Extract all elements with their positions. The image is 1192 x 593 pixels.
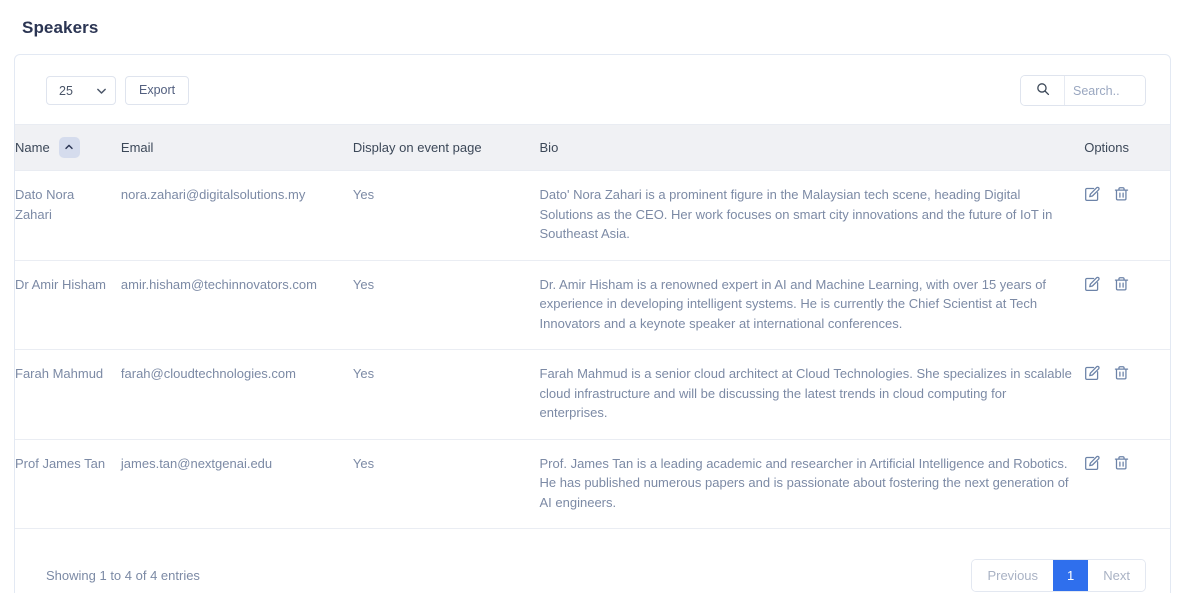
table-row: Dr Amir Hisham amir.hisham@techinnovator… [15, 260, 1170, 350]
trash-icon [1113, 187, 1130, 206]
edit-icon [1084, 365, 1101, 385]
table-header-row: Name Email Display on event page Bio Opt… [15, 124, 1170, 171]
trash-icon [1113, 366, 1130, 385]
pagination-page-1-button[interactable]: 1 [1053, 560, 1089, 591]
search-button[interactable] [1021, 76, 1065, 105]
cell-name: Dr Amir Hisham [15, 260, 121, 350]
edit-icon [1084, 455, 1101, 475]
column-header-options: Options [1084, 124, 1170, 171]
table-body: Dato Nora Zahari nora.zahari@digitalsolu… [15, 170, 1170, 529]
edit-icon [1084, 186, 1101, 206]
edit-button[interactable] [1084, 186, 1101, 203]
cell-options [1084, 439, 1170, 529]
cell-email: nora.zahari@digitalsolutions.my [120, 170, 353, 261]
pagination-next-button[interactable]: Next [1088, 560, 1145, 591]
cell-options [1084, 349, 1170, 440]
delete-button[interactable] [1113, 186, 1130, 203]
chevron-up-icon [64, 140, 74, 155]
delete-button[interactable] [1113, 365, 1130, 382]
speakers-table: Name Email Display on event page Bio Opt… [15, 124, 1170, 529]
table-footer: Showing 1 to 4 of 4 entries Previous 1 N… [15, 529, 1170, 593]
column-header-name[interactable]: Name [15, 124, 121, 171]
table-row: Dato Nora Zahari nora.zahari@digitalsolu… [15, 170, 1170, 261]
column-header-bio[interactable]: Bio [539, 124, 1085, 171]
delete-button[interactable] [1113, 455, 1130, 472]
search-icon [1036, 82, 1050, 99]
column-header-name-label: Name [15, 140, 50, 155]
trash-icon [1113, 455, 1130, 475]
speakers-page: Speakers 25 Export Search.. Name Email D… [0, 0, 1192, 593]
cell-options [1084, 260, 1170, 350]
cell-display: Yes [352, 439, 540, 529]
cell-email: farah@cloudtechnologies.com [120, 349, 353, 440]
cell-display: Yes [352, 170, 540, 261]
cell-display: Yes [352, 260, 540, 350]
cell-bio: Prof. James Tan is a leading academic an… [539, 439, 1085, 529]
pagination-previous-button[interactable]: Previous [972, 560, 1054, 591]
cell-name: Prof James Tan [15, 439, 121, 529]
delete-button[interactable] [1113, 276, 1130, 293]
page-length-wrapper: 25 [46, 76, 116, 105]
cell-display: Yes [352, 349, 540, 440]
column-header-email[interactable]: Email [120, 124, 353, 171]
cell-name: Dato Nora Zahari [15, 170, 121, 261]
sort-ascending-button[interactable] [58, 137, 80, 158]
page-title: Speakers [22, 18, 99, 37]
column-header-display-on-event-page[interactable]: Display on event page [352, 124, 540, 171]
page-length-select[interactable]: 25 [46, 76, 116, 105]
edit-button[interactable] [1084, 455, 1101, 472]
edit-icon [1084, 276, 1101, 296]
search-input[interactable] [1065, 76, 1145, 105]
cell-bio: Farah Mahmud is a senior cloud architect… [539, 349, 1085, 440]
cell-email: james.tan@nextgenai.edu [120, 439, 353, 529]
table-row: Farah Mahmud farah@cloudtechnologies.com… [15, 349, 1170, 440]
entries-info: Showing 1 to 4 of 4 entries [46, 568, 200, 583]
toolbar-left-group: 25 Export [46, 76, 190, 105]
cell-email: amir.hisham@techinnovators.com [120, 260, 353, 350]
edit-button[interactable] [1084, 365, 1101, 382]
export-button[interactable]: Export [125, 76, 190, 105]
pagination: Previous 1 Next [971, 559, 1146, 592]
trash-icon [1113, 276, 1130, 296]
cell-name: Farah Mahmud [15, 349, 121, 440]
speakers-card: 25 Export Search.. Name Email Display on… [14, 54, 1171, 593]
cell-bio: Dr. Amir Hisham is a renowned expert in … [539, 260, 1085, 350]
table-toolbar: 25 Export [15, 55, 1170, 124]
cell-bio: Dato' Nora Zahari is a prominent figure … [539, 170, 1085, 261]
edit-button[interactable] [1084, 276, 1101, 293]
search-group [1020, 75, 1146, 106]
table-row: Prof James Tan james.tan@nextgenai.edu Y… [15, 439, 1170, 529]
cell-options [1084, 170, 1170, 261]
table-head: Name Email Display on event page Bio Opt… [15, 124, 1170, 171]
